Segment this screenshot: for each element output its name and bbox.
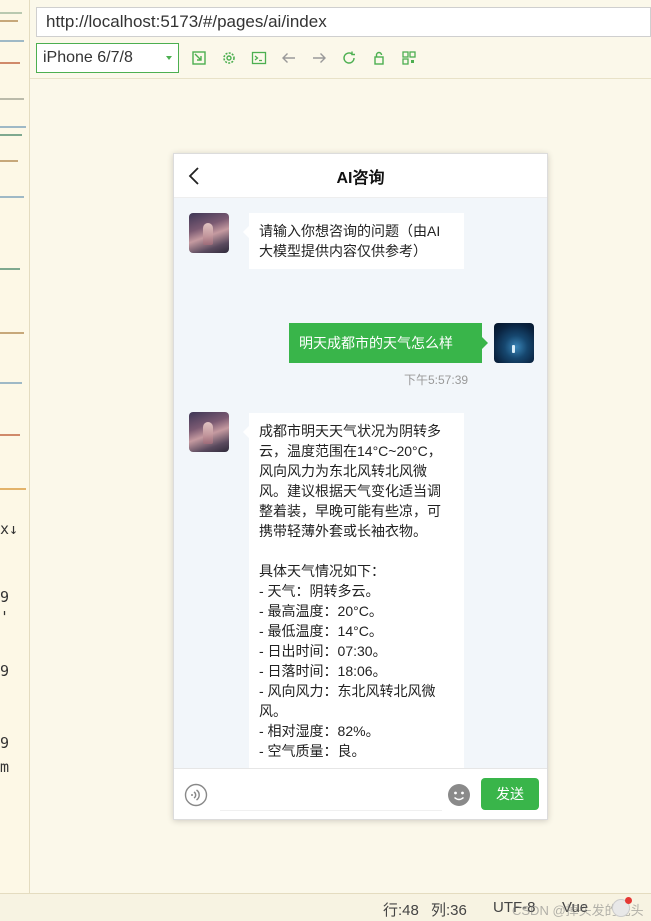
rotate-icon[interactable]: [189, 48, 209, 68]
send-button[interactable]: 发送: [481, 778, 539, 810]
qrcode-icon[interactable]: [399, 48, 419, 68]
minimap-line: [0, 134, 22, 136]
toolbar-divider: [30, 78, 651, 79]
voice-icon[interactable]: [184, 783, 208, 807]
editor-minimap: x↓ 9 ' 9 9 m: [0, 0, 30, 893]
minimap-line: [0, 62, 20, 64]
minimap-line: [0, 160, 18, 162]
ai-avatar: [189, 412, 229, 452]
input-bar: 发送: [174, 768, 547, 819]
message-input[interactable]: [220, 779, 442, 811]
url-bar[interactable]: http://localhost:5173/#/pages/ai/index: [36, 7, 651, 37]
code-glyph: 9: [0, 662, 10, 680]
settings-icon[interactable]: [219, 48, 239, 68]
minimap-line: [0, 488, 26, 490]
minimap-line: [0, 12, 22, 14]
minimap-line: [0, 332, 24, 334]
refresh-icon[interactable]: [339, 48, 359, 68]
phone-preview: AI咨询 请输入你想咨询的问题（由AI大模型提供内容仅供参考） 明天成都市的天气…: [173, 153, 548, 820]
minimap-line: [0, 268, 20, 270]
minimap-line: [0, 98, 24, 100]
minimap-line: [0, 434, 20, 436]
code-glyph: x↓: [0, 520, 19, 538]
minimap-line: [0, 382, 22, 384]
minimap-line: [0, 196, 24, 198]
ai-message-bubble: 请输入你想咨询的问题（由AI大模型提供内容仅供参考）: [243, 213, 464, 269]
chat-area[interactable]: 请输入你想咨询的问题（由AI大模型提供内容仅供参考） 明天成都市的天气怎么样 下…: [174, 198, 547, 770]
forward-arrow-icon[interactable]: [309, 48, 329, 68]
minimap-line: [0, 40, 24, 42]
lock-icon[interactable]: [369, 48, 389, 68]
minimap-line: [0, 20, 18, 22]
page-title: AI咨询: [336, 169, 385, 187]
minimap-line: [0, 126, 26, 128]
emoji-icon[interactable]: [447, 783, 471, 807]
cursor-line: 行:48: [383, 902, 419, 919]
cursor-column: 列:36: [431, 902, 467, 919]
code-glyph: ': [0, 608, 10, 626]
console-icon[interactable]: [249, 48, 269, 68]
device-select[interactable]: iPhone 6/7/8: [36, 43, 179, 73]
nav-bar: AI咨询: [174, 154, 547, 198]
code-glyph: 9: [0, 734, 10, 752]
chevron-down-icon: [166, 56, 172, 60]
status-bar: 行:48 列:36 UTF-8 Vue CSDN @掉头发的光头强: [0, 893, 651, 921]
ai-message-bubble: 成都市明天天气状况为阴转多云，温度范围在14°C~20°C，风向风力为东北风转北…: [243, 413, 464, 769]
user-message-bubble: 明天成都市的天气怎么样: [289, 323, 488, 363]
user-avatar: [494, 323, 534, 363]
code-glyph: m: [0, 758, 10, 776]
code-glyph: 9: [0, 588, 10, 606]
device-select-value: iPhone 6/7/8: [43, 49, 133, 66]
back-arrow-icon[interactable]: [279, 48, 299, 68]
back-icon[interactable]: [184, 165, 206, 187]
message-timestamp: 下午5:57:39: [404, 373, 469, 387]
preview-toolbar: iPhone 6/7/8: [36, 43, 419, 73]
notification-icon[interactable]: [612, 897, 632, 917]
ai-avatar: [189, 213, 229, 253]
